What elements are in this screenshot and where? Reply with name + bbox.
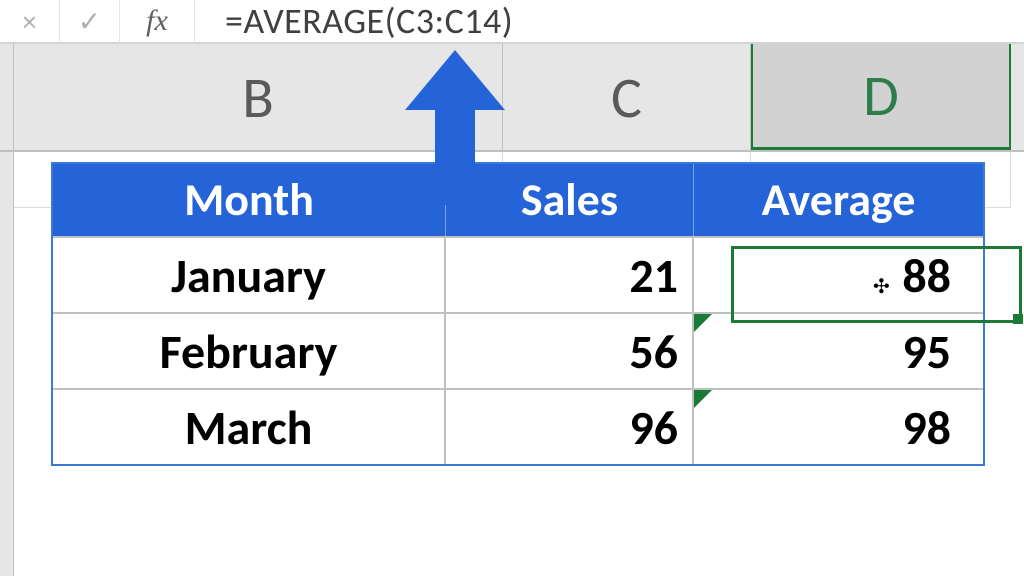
cancel-icon[interactable]: × <box>0 0 60 43</box>
cell-month[interactable]: January <box>53 236 446 312</box>
grid: Month Sales Average January 21 88 Februa… <box>0 152 1024 576</box>
row-header-stub <box>0 44 14 150</box>
table-row: January 21 88 <box>53 236 983 312</box>
data-table: Month Sales Average January 21 88 Februa… <box>51 162 985 466</box>
formula-bar: × ✓ fx =AVERAGE(C3:C14) <box>0 0 1024 44</box>
column-header-d[interactable]: D <box>751 44 1011 150</box>
cell-sales[interactable]: 56 <box>446 312 694 388</box>
column-header-c[interactable]: C <box>503 44 751 150</box>
table-header-row: Month Sales Average <box>53 164 983 236</box>
cell-average[interactable]: 88 <box>694 236 983 312</box>
table-row: March 96 98 <box>53 388 983 464</box>
cell-average[interactable]: 95 <box>694 312 983 388</box>
cell-value: 98 <box>902 398 951 457</box>
column-header-b[interactable]: B <box>14 44 503 150</box>
column-headers: B C D <box>0 44 1024 152</box>
row-headers <box>0 152 14 576</box>
cell-average[interactable]: 98 <box>694 388 983 464</box>
confirm-icon[interactable]: ✓ <box>60 0 120 43</box>
cell-month[interactable]: February <box>53 312 446 388</box>
cells[interactable]: Month Sales Average January 21 88 Februa… <box>14 152 1024 576</box>
cell-sales[interactable]: 96 <box>446 388 694 464</box>
table-row: February 56 95 <box>53 312 983 388</box>
formula-input[interactable]: =AVERAGE(C3:C14) <box>195 0 1024 43</box>
cell-value: 95 <box>902 322 951 381</box>
header-sales[interactable]: Sales <box>446 164 694 236</box>
header-month[interactable]: Month <box>53 164 446 236</box>
fx-icon[interactable]: fx <box>120 0 195 43</box>
fill-handle[interactable] <box>1013 314 1023 324</box>
error-marker-icon <box>694 390 712 408</box>
cell-sales[interactable]: 21 <box>446 236 694 312</box>
error-marker-icon <box>694 314 712 332</box>
header-average[interactable]: Average <box>694 164 983 236</box>
cell-month[interactable]: March <box>53 388 446 464</box>
